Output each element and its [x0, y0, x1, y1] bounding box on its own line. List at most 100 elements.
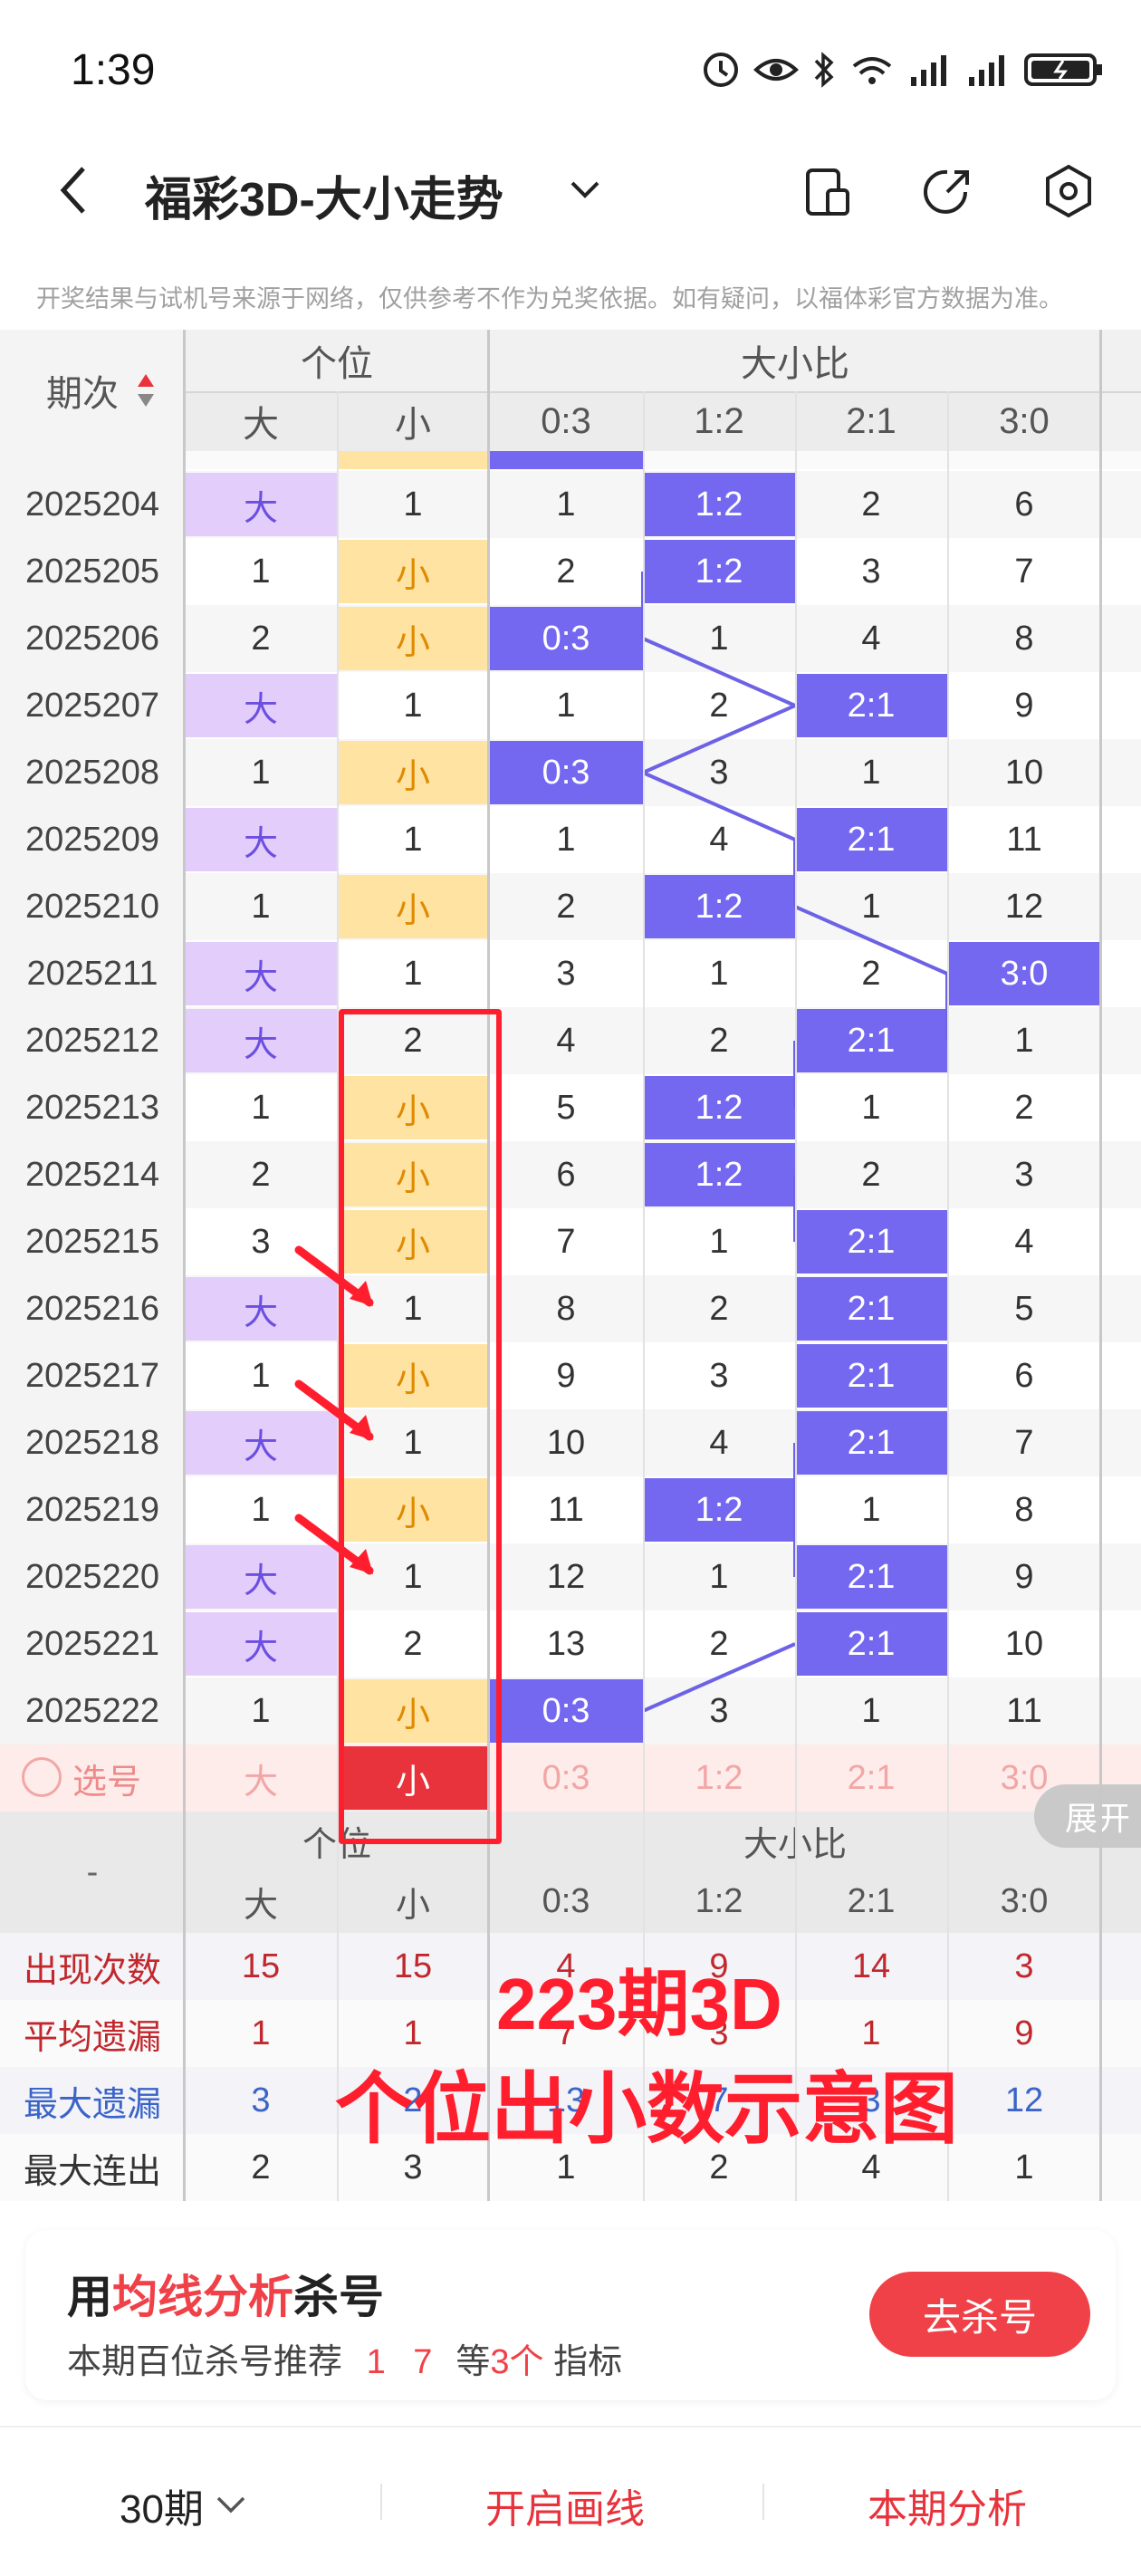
cell-small: 1: [403, 954, 423, 993]
chevron-down-icon[interactable]: [569, 178, 601, 203]
stat-value: 12: [1004, 2081, 1044, 2119]
scrolled-ratio-strip: [489, 451, 643, 469]
cell-big: 2: [251, 619, 271, 658]
stat-value: 1: [1014, 2148, 1034, 2187]
select-label: 选号: [72, 1763, 142, 1802]
cell-r30: 11: [1006, 820, 1042, 859]
bottom-bar: 30期 开启画线 本期分析: [0, 2426, 1141, 2576]
stat-value: 9: [1014, 2014, 1034, 2052]
signal-2-icon: [969, 55, 1004, 86]
cell-r03: 0:3: [489, 741, 643, 804]
cell-big: 大: [185, 942, 337, 1005]
stat-value: 14: [851, 1946, 891, 1985]
cell-r21: 3: [861, 552, 881, 591]
cell-r12: 1: [709, 1222, 729, 1261]
status-time: 1:39: [71, 46, 156, 94]
cell-r21: 1: [861, 1088, 881, 1127]
grid-vline-thin: [795, 391, 797, 2201]
cell-r12: 2: [709, 686, 729, 725]
footer-subheader-r03: 0:3: [542, 1881, 590, 1920]
cell-r03: 6: [556, 1155, 576, 1194]
cell-r03: 4: [556, 1021, 576, 1060]
cell-r03: 2: [556, 887, 576, 926]
cell-r12: 1:2: [643, 1076, 795, 1139]
select-option-r21[interactable]: 2:1: [795, 1746, 947, 1810]
kill-number-button[interactable]: 去杀号: [869, 2272, 1090, 2357]
grid-vline-thin: [643, 391, 645, 2201]
subheader-r12: 1:2: [643, 391, 795, 451]
sort-icon[interactable]: [136, 372, 156, 409]
phone-rotate-icon[interactable]: [802, 165, 853, 219]
stat-label: 平均遗漏: [23, 2018, 161, 2057]
cell-r30: 8: [1014, 1490, 1034, 1529]
cell-big: 1: [251, 1490, 271, 1529]
cell-r30: 1: [1014, 1021, 1034, 1060]
cell-r21: 2:1: [795, 1612, 947, 1676]
stat-value: 15: [241, 1946, 281, 1985]
cell-r30: 10: [1004, 753, 1044, 792]
cell-r21: 2:1: [795, 1009, 947, 1072]
overlay-subtitle: 个位出小数示意图: [335, 2066, 958, 2153]
cell-r21: 2: [861, 1155, 881, 1194]
battery-icon: [1024, 53, 1102, 86]
period-cell: 2025205: [25, 552, 159, 591]
cell-r21: 2:1: [795, 808, 947, 871]
cell-r12: 3: [709, 1356, 729, 1395]
subheader-small: 小: [337, 391, 489, 451]
cell-r03: 1: [556, 686, 576, 725]
wifi-icon: [852, 57, 892, 84]
cell-r03: 13: [546, 1624, 586, 1663]
cell-r03: 0:3: [489, 607, 643, 670]
cell-r03: 1: [556, 485, 576, 524]
group-header-ratio: 大小比: [741, 344, 849, 384]
cell-r12: 1:2: [643, 540, 795, 603]
cell-r21: 2:1: [795, 674, 947, 737]
period-cell: 2025221: [25, 1624, 159, 1663]
draw-line-button[interactable]: 开启画线: [485, 2476, 645, 2534]
cell-big: 大: [185, 674, 337, 737]
cell-r21: 2:1: [795, 1344, 947, 1408]
cell-big: 大: [185, 1277, 337, 1341]
period-cell: 2025211: [26, 954, 158, 993]
promo-title-pre: 用: [67, 2272, 112, 2322]
period-analysis-button[interactable]: 本期分析: [868, 2476, 1027, 2534]
select-option-big[interactable]: 大: [185, 1746, 337, 1810]
select-circle-icon[interactable]: [22, 1757, 62, 1797]
cell-r21: 2:1: [795, 1210, 947, 1274]
cell-r30: 10: [1004, 1624, 1044, 1663]
page-title[interactable]: 福彩3D-大小走势: [145, 161, 503, 229]
promo-subtitle: 本期百位杀号推荐 1 7 等3个 指标: [67, 2333, 622, 2383]
stat-value: 3: [1014, 1946, 1034, 1985]
status-bar: 1:39: [0, 0, 1141, 136]
cell-r12: 1:2: [643, 1143, 795, 1206]
expand-button[interactable]: 展开: [1034, 1784, 1141, 1848]
cell-r12: 2: [709, 1021, 729, 1060]
share-icon[interactable]: [920, 165, 974, 219]
cell-big: 1: [251, 887, 271, 926]
cell-r03: 0:3: [489, 1679, 643, 1743]
bottom-sep-2: [762, 2484, 764, 2520]
cell-r12: 1:2: [643, 1478, 795, 1542]
cell-big: 1: [251, 1356, 271, 1395]
period-cell: 2025208: [25, 753, 159, 792]
cell-r03: 7: [556, 1222, 576, 1261]
chevron-down-icon: [216, 2496, 245, 2514]
cell-r30: 5: [1014, 1289, 1034, 1328]
cell-big: 2: [251, 1155, 271, 1194]
promo-sub-count: 3个: [490, 2343, 544, 2381]
promo-sub-post: 指标: [553, 2343, 623, 2381]
cell-r21: 1: [861, 1490, 881, 1529]
cell-r03: 5: [556, 1088, 576, 1127]
stat-label: 最大遗漏: [23, 2085, 161, 2124]
group-header-units: 个位: [301, 344, 373, 384]
back-arrow-icon[interactable]: [56, 163, 92, 217]
period-selector[interactable]: 30期: [120, 2476, 247, 2534]
period-cell: 2025213: [25, 1088, 159, 1127]
alarm-icon: [704, 53, 738, 87]
select-option-r03[interactable]: 0:3: [489, 1746, 643, 1810]
select-option-r12[interactable]: 1:2: [643, 1746, 795, 1810]
subheader-r03: 0:3: [489, 391, 643, 451]
settings-icon[interactable]: [1041, 163, 1096, 219]
cell-big: 1: [251, 552, 271, 591]
cell-big: 大: [185, 1411, 337, 1475]
